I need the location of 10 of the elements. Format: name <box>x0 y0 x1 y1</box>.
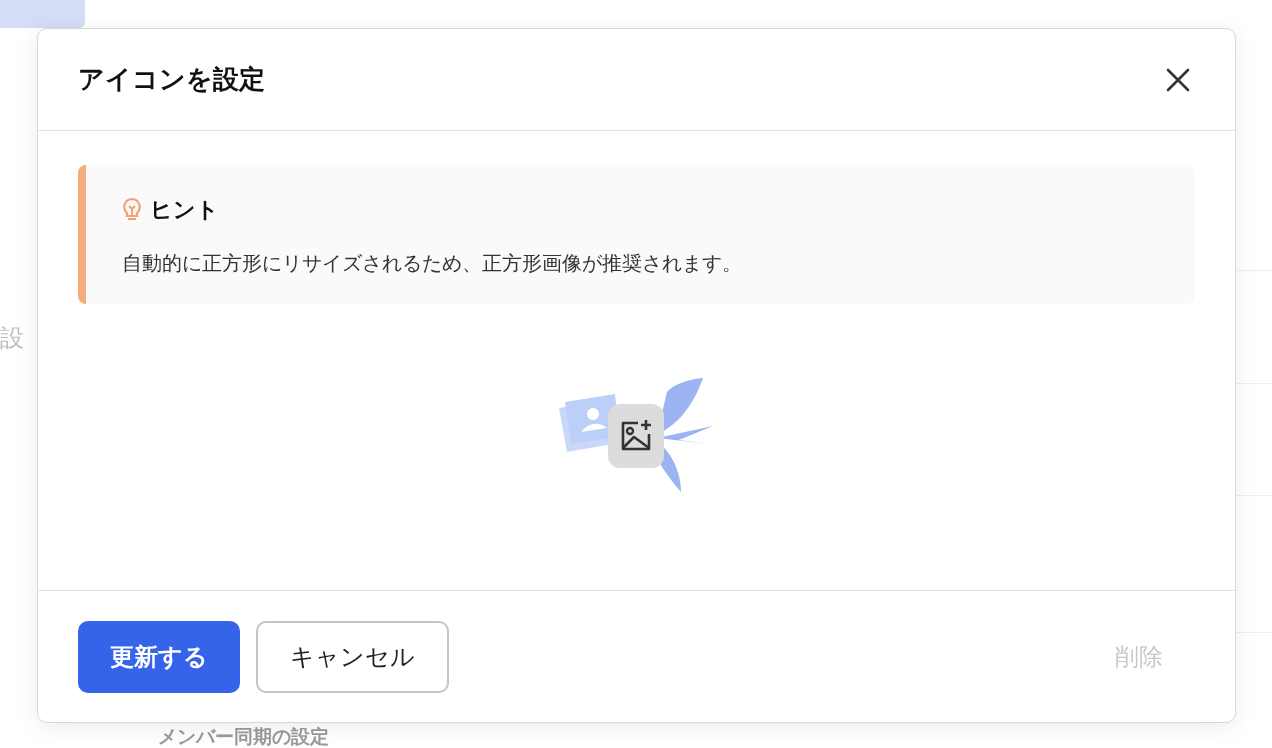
hint-title: ヒント <box>150 196 219 224</box>
update-button[interactable]: 更新する <box>78 620 240 693</box>
lightbulb-icon <box>122 196 142 223</box>
dialog-title: アイコンを設定 <box>78 63 265 96</box>
hint-text: 自動的に正方形にリサイズされるため、正方形画像が推奨されます。 <box>122 250 743 277</box>
sidebar-label: 設 <box>0 326 25 350</box>
add-image-button[interactable] <box>607 404 664 468</box>
close-icon <box>1165 66 1191 93</box>
section-title: メンバー同期の設定 <box>158 726 329 748</box>
cancel-button[interactable]: キャンセル <box>256 620 449 693</box>
